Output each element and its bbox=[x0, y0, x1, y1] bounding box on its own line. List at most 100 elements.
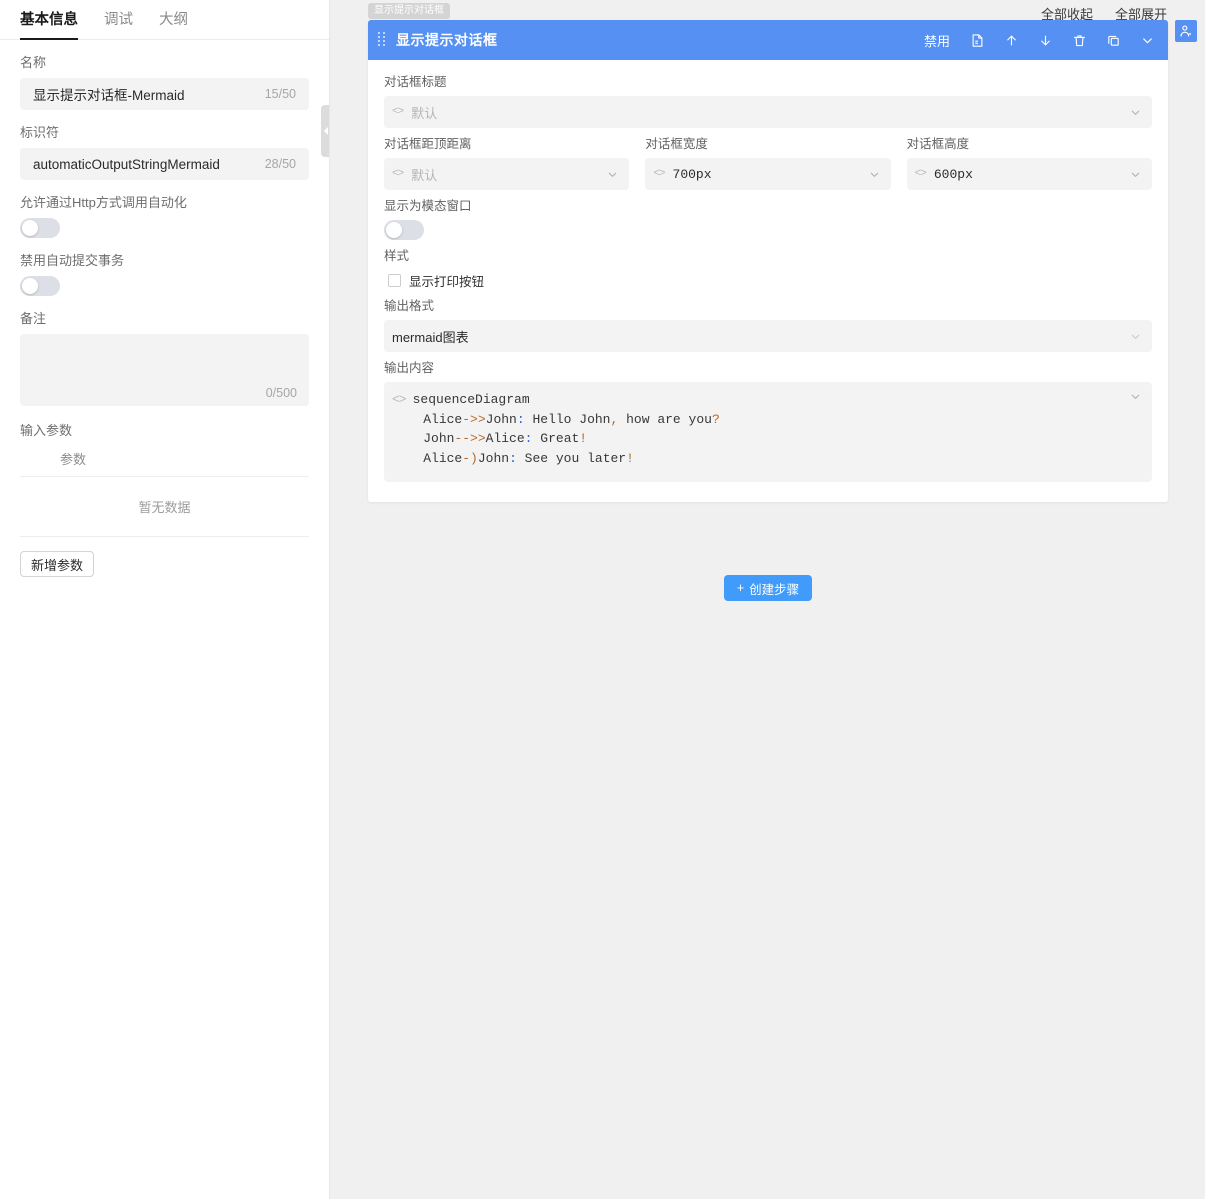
dialog-top-value: 默认 bbox=[411, 165, 437, 184]
trash-icon bbox=[1072, 33, 1087, 48]
collapse-step-button[interactable] bbox=[1130, 23, 1164, 57]
left-panel-tabs: 基本信息 调试 大纲 bbox=[0, 0, 329, 40]
move-up-button[interactable] bbox=[994, 23, 1028, 57]
code-actor-a: Alice bbox=[423, 412, 462, 427]
tab-basic-info[interactable]: 基本信息 bbox=[20, 10, 78, 39]
dialog-height-group: 对话框高度 <> 600px bbox=[907, 128, 1152, 190]
step-card-toolbar: 禁用 bbox=[914, 23, 1164, 57]
code-icon: <> bbox=[653, 168, 664, 180]
code-actor-b: John bbox=[486, 412, 517, 427]
create-step-area: + 创建步骤 bbox=[368, 575, 1168, 601]
chevron-down-icon[interactable] bbox=[1129, 330, 1142, 343]
dialog-height-label: 对话框高度 bbox=[907, 136, 1152, 153]
dialog-title-value: 默认 bbox=[411, 103, 437, 122]
identifier-input[interactable]: automaticOutputStringMermaid 28/50 bbox=[20, 148, 309, 180]
step-card-header: 显示提示对话框 禁用 bbox=[368, 20, 1168, 60]
http-toggle-knob bbox=[22, 220, 38, 236]
dialog-title-label: 对话框标题 bbox=[384, 74, 1152, 91]
create-step-label: 创建步骤 bbox=[749, 579, 799, 598]
disable-step-button[interactable]: 禁用 bbox=[914, 31, 960, 50]
chevron-down-icon[interactable] bbox=[606, 168, 619, 181]
copy-step-button[interactable] bbox=[1096, 23, 1130, 57]
transaction-toggle-label: 禁用自动提交事务 bbox=[20, 252, 309, 270]
code-indent bbox=[392, 412, 423, 427]
code-line-4: Alice-)John: See you later! bbox=[392, 449, 1142, 469]
http-toggle-group: 允许通过Http方式调用自动化 bbox=[0, 194, 329, 238]
tab-debug[interactable]: 调试 bbox=[104, 10, 133, 39]
transaction-toggle-group: 禁用自动提交事务 bbox=[0, 252, 329, 296]
dialog-width-input[interactable]: <> 700px bbox=[645, 158, 890, 190]
chevron-down-icon[interactable] bbox=[868, 168, 881, 181]
name-label: 名称 bbox=[20, 54, 309, 72]
dialog-height-input[interactable]: <> 600px bbox=[907, 158, 1152, 190]
code-line-2: Alice->>John: Hello John, how are you? bbox=[392, 410, 1142, 430]
dialog-width-group: 对话框宽度 <> 700px bbox=[645, 128, 890, 190]
panel-collapse-handle[interactable] bbox=[321, 105, 330, 157]
dialog-width-label: 对话框宽度 bbox=[645, 136, 890, 153]
modal-window-label: 显示为模态窗口 bbox=[384, 198, 1152, 215]
chevron-down-icon[interactable] bbox=[1129, 390, 1142, 403]
code-icon: <> bbox=[392, 168, 403, 180]
modal-window-toggle-knob bbox=[386, 222, 402, 238]
dialog-height-value: 600px bbox=[934, 167, 973, 182]
remark-textarea[interactable]: 0/500 bbox=[20, 334, 309, 406]
app-root: 基本信息 调试 大纲 名称 显示提示对话框-Mermaid 15/50 标识符 … bbox=[0, 0, 1205, 1199]
transaction-toggle[interactable] bbox=[20, 276, 60, 296]
output-format-label: 输出格式 bbox=[384, 298, 1152, 315]
delete-step-button[interactable] bbox=[1062, 23, 1096, 57]
tab-outline[interactable]: 大纲 bbox=[159, 10, 188, 39]
code-arrow: -->> bbox=[454, 431, 485, 446]
drag-handle-icon[interactable] bbox=[378, 32, 388, 48]
user-icon-button[interactable] bbox=[1175, 20, 1197, 42]
remark-counter: 0/500 bbox=[266, 386, 297, 400]
create-step-button[interactable]: + 创建步骤 bbox=[724, 575, 812, 601]
output-format-select[interactable]: mermaid图表 bbox=[384, 320, 1152, 352]
http-toggle[interactable] bbox=[20, 218, 60, 238]
code-actor-b: Alice bbox=[486, 431, 525, 446]
identifier-counter: 28/50 bbox=[265, 157, 296, 171]
output-content-label: 输出内容 bbox=[384, 360, 1152, 377]
remark-field-group: 备注 0/500 bbox=[0, 310, 329, 406]
transaction-toggle-knob bbox=[22, 278, 38, 294]
input-params-label: 输入参数 bbox=[20, 420, 309, 439]
params-table: 参数 暂无数据 bbox=[20, 443, 309, 537]
note-icon-button[interactable] bbox=[960, 23, 994, 57]
dialog-dimensions-row: 对话框距顶距离 <> 默认 对话框宽度 <> bbox=[384, 128, 1152, 190]
chevron-down-icon bbox=[1140, 33, 1155, 48]
dialog-width-value: 700px bbox=[673, 167, 712, 182]
step-card-title: 显示提示对话框 bbox=[396, 30, 498, 50]
output-content-code-editor[interactable]: <>sequenceDiagram Alice->>John: Hello Jo… bbox=[384, 382, 1152, 482]
dialog-title-input[interactable]: <> 默认 bbox=[384, 96, 1152, 128]
arrow-down-icon bbox=[1038, 33, 1053, 48]
code-actor-a: Alice bbox=[423, 451, 462, 466]
modal-window-toggle[interactable] bbox=[384, 220, 424, 240]
add-param-button[interactable]: 新增参数 bbox=[20, 551, 94, 577]
code-message: Great bbox=[532, 431, 579, 446]
params-column-header: 参数 bbox=[20, 443, 309, 477]
input-params-section: 输入参数 参数 暂无数据 新增参数 bbox=[0, 420, 329, 577]
move-down-button[interactable] bbox=[1028, 23, 1062, 57]
chevron-left-icon bbox=[324, 127, 328, 135]
dialog-top-input[interactable]: <> 默认 bbox=[384, 158, 629, 190]
http-toggle-label: 允许通过Http方式调用自动化 bbox=[20, 194, 309, 212]
copy-icon bbox=[1106, 33, 1121, 48]
code-question: ? bbox=[712, 412, 720, 427]
chevron-down-icon[interactable] bbox=[1129, 106, 1142, 119]
print-button-checkbox-row[interactable]: 显示打印按钮 bbox=[384, 271, 1152, 290]
step-card: 显示提示对话框 禁用 bbox=[368, 20, 1168, 502]
user-icon bbox=[1179, 24, 1193, 38]
code-line-1: <>sequenceDiagram bbox=[392, 390, 1142, 410]
code-message-b: how are you bbox=[618, 412, 712, 427]
code-icon: <> bbox=[392, 106, 403, 118]
remark-label: 备注 bbox=[20, 310, 309, 328]
chevron-down-icon[interactable] bbox=[1129, 168, 1142, 181]
note-icon bbox=[970, 33, 985, 48]
name-input[interactable]: 显示提示对话框-Mermaid 15/50 bbox=[20, 78, 309, 110]
code-message: See you later bbox=[517, 451, 626, 466]
left-settings-panel: 基本信息 调试 大纲 名称 显示提示对话框-Mermaid 15/50 标识符 … bbox=[0, 0, 330, 1199]
identifier-label: 标识符 bbox=[20, 124, 309, 142]
print-button-checkbox-label: 显示打印按钮 bbox=[409, 271, 484, 290]
code-indent bbox=[392, 431, 423, 446]
code-message-a: Hello John bbox=[525, 412, 611, 427]
print-button-checkbox[interactable] bbox=[388, 274, 401, 287]
